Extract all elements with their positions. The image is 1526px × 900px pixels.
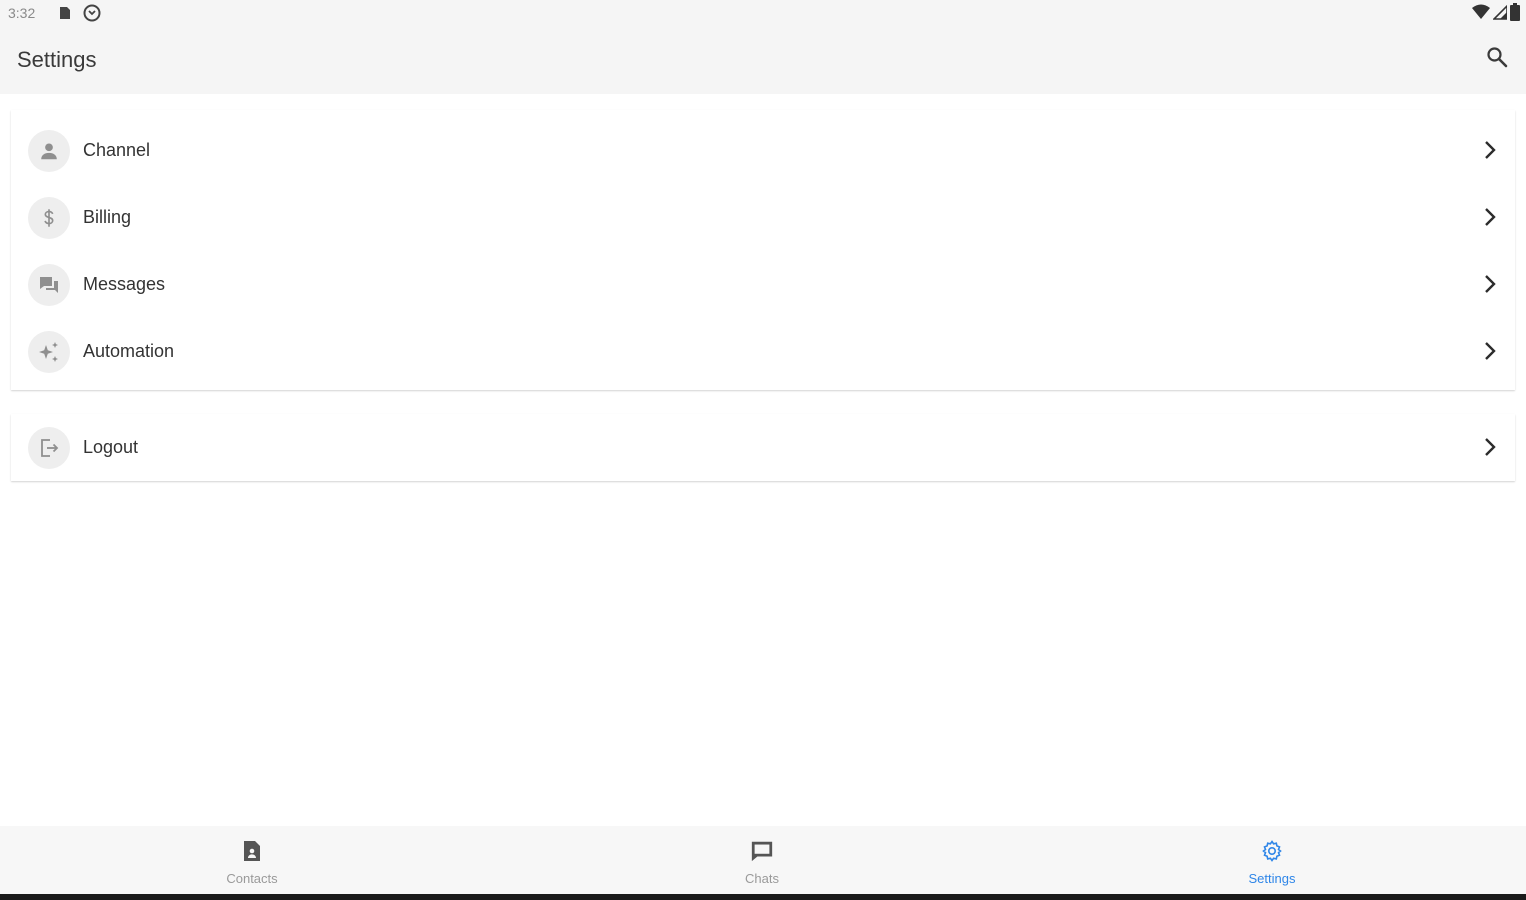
settings-item-label: Messages bbox=[83, 274, 166, 294]
settings-item-channel[interactable]: Channel bbox=[11, 117, 1515, 184]
logout-item[interactable]: Logout bbox=[11, 414, 1515, 481]
nav-tab-label: Settings bbox=[1248, 871, 1296, 886]
settings-item-automation[interactable]: Automation bbox=[11, 318, 1515, 385]
nav-tab-label: Chats bbox=[745, 871, 779, 886]
status-time: 3:32 bbox=[8, 5, 36, 21]
chevron-right-icon bbox=[1479, 340, 1501, 362]
status-bar: 3:32 bbox=[0, 0, 1526, 26]
page-title: Settings bbox=[17, 47, 97, 72]
search-icon bbox=[1485, 45, 1509, 74]
settings-item-label: Channel bbox=[83, 140, 151, 160]
chevron-right-icon bbox=[1479, 139, 1501, 161]
sparkle-icon bbox=[28, 331, 70, 373]
nav-tab-contacts[interactable]: Contacts bbox=[192, 826, 312, 894]
settings-screen: 3:32 Settings Channel Billing Messages A… bbox=[0, 0, 1526, 900]
sd-card-icon bbox=[54, 3, 74, 23]
gear-icon bbox=[1260, 839, 1284, 863]
chevron-right-icon bbox=[1479, 436, 1501, 458]
settings-item-label: Billing bbox=[83, 207, 132, 227]
settings-item-messages[interactable]: Messages bbox=[11, 251, 1515, 318]
chat-icon bbox=[750, 839, 774, 863]
signal-icon bbox=[1492, 4, 1508, 25]
wifi-icon bbox=[1472, 4, 1490, 25]
chevron-right-icon bbox=[1479, 273, 1501, 295]
dollar-icon bbox=[28, 197, 70, 239]
contact-card-icon bbox=[240, 839, 264, 863]
nav-tab-chats[interactable]: Chats bbox=[702, 826, 822, 894]
logout-card: Logout bbox=[11, 414, 1515, 481]
settings-item-billing[interactable]: Billing bbox=[11, 184, 1515, 251]
chevron-right-icon bbox=[1479, 206, 1501, 228]
screen-bottom-edge bbox=[0, 894, 1526, 900]
logout-label: Logout bbox=[83, 437, 139, 457]
settings-list-card: Channel Billing Messages Automation bbox=[11, 110, 1515, 390]
sync-icon bbox=[82, 3, 102, 23]
chat-bubbles-icon bbox=[28, 264, 70, 306]
settings-item-label: Automation bbox=[83, 341, 175, 361]
battery-icon bbox=[1510, 3, 1520, 26]
nav-tab-label: Contacts bbox=[226, 871, 278, 886]
app-bar: Settings bbox=[0, 26, 1526, 94]
bottom-navigation: Contacts Chats Settings bbox=[0, 826, 1526, 894]
search-button[interactable] bbox=[1482, 44, 1512, 74]
status-icons bbox=[1472, 3, 1520, 26]
person-icon bbox=[28, 130, 70, 172]
logout-icon bbox=[28, 427, 70, 469]
nav-tab-settings[interactable]: Settings bbox=[1212, 826, 1332, 894]
